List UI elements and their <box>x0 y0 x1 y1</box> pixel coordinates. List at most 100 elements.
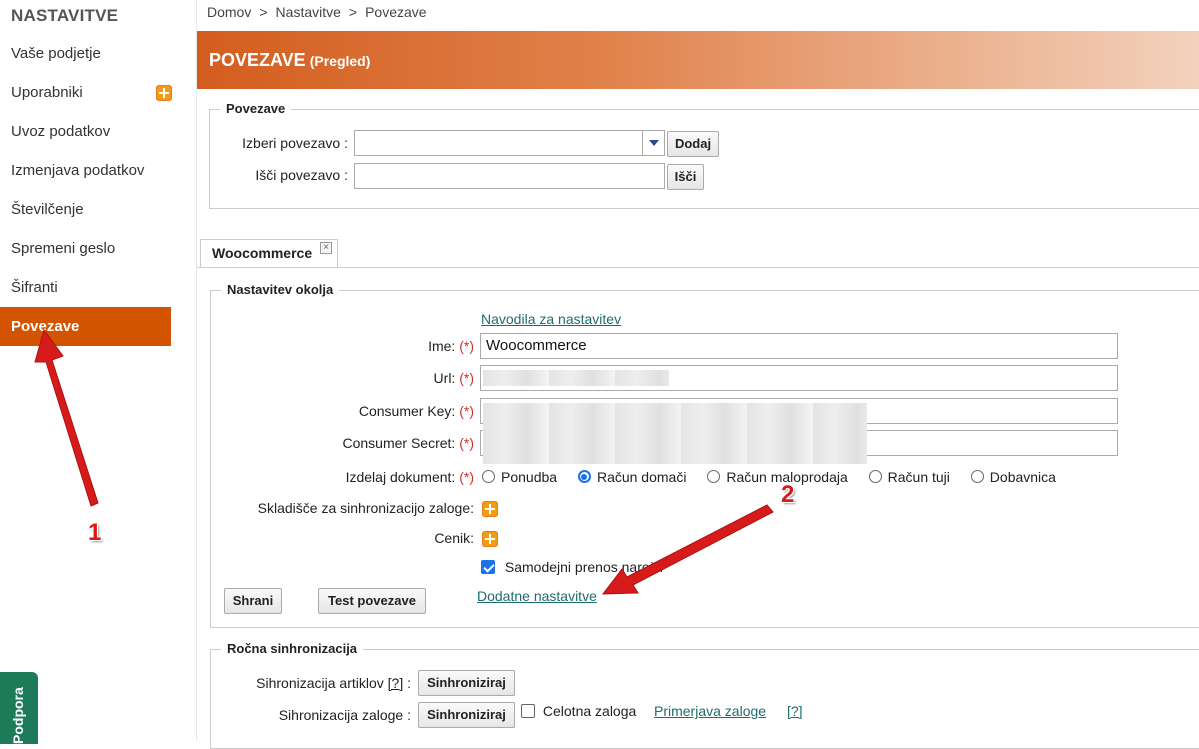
sidebar-item-uvoz-podatkov[interactable]: Uvoz podatkov <box>0 112 171 151</box>
page-title: POVEZAVE (Pregled) <box>209 50 370 71</box>
breadcrumb: Domov > Nastavitve > Povezave <box>207 4 427 20</box>
auto-transfer-row: Samodejni prenos naročil <box>481 559 663 575</box>
radio-button[interactable] <box>868 470 882 483</box>
radio-dobavnica[interactable]: Dobavnica <box>970 469 1056 485</box>
required-mark: (*) <box>459 370 474 386</box>
tab-divider <box>197 267 1199 268</box>
breadcrumb-povezave: Povezave <box>365 4 427 20</box>
document-label-text: Izdelaj dokument: <box>345 469 456 485</box>
page-title-text: POVEZAVE <box>209 50 306 70</box>
stock-sync-label: Sihronizacija zaloge : <box>278 707 411 723</box>
radio-button[interactable] <box>482 470 495 483</box>
radio-label: Dobavnica <box>989 469 1056 485</box>
sync-stock-button[interactable]: Sinhroniziraj <box>418 702 515 728</box>
add-user-icon[interactable] <box>156 85 172 101</box>
tab-woocommerce[interactable]: Woocommerce <box>200 239 338 268</box>
chevron-down-icon[interactable] <box>642 131 664 155</box>
auto-transfer-label: Samodejni prenos naročil <box>504 559 663 575</box>
url-label-text: Url: <box>433 370 456 386</box>
breadcrumb-nastavitve[interactable]: Nastavitve <box>276 4 341 20</box>
support-tab[interactable]: Podpora <box>0 672 38 744</box>
breadcrumb-separator: > <box>259 4 268 20</box>
required-mark: (*) <box>459 469 474 485</box>
radio-button[interactable] <box>707 470 721 483</box>
consumer-key-field[interactable] <box>480 398 1118 431</box>
page-subtitle: (Pregled) <box>309 53 371 69</box>
consumer-secret-label: Consumer Secret: (*) <box>210 435 475 451</box>
radio-label: Račun domači <box>596 469 687 485</box>
articles-help-link[interactable]: [?] <box>388 675 404 691</box>
url-label: Url: (*) <box>210 370 474 386</box>
redacted-value <box>483 403 867 431</box>
add-pricelist-icon[interactable] <box>482 531 498 547</box>
test-connection-button[interactable]: Test povezave <box>318 588 426 614</box>
annotation-label-1: 1 <box>88 519 102 546</box>
add-warehouse-icon[interactable] <box>482 501 498 517</box>
radio-label: Račun tuji <box>887 469 950 485</box>
warehouse-label: Skladišče za sinhronizacijo zaloge: <box>257 500 474 516</box>
radio-label: Ponudba <box>501 469 558 485</box>
radio-racun-domaci[interactable]: Račun domači <box>577 469 687 485</box>
articles-sync-colon: : <box>407 675 411 691</box>
add-connection-button[interactable]: Dodaj <box>667 131 719 157</box>
full-stock-label: Celotna zaloga <box>542 703 637 719</box>
breadcrumb-separator: > <box>348 4 358 20</box>
sync-articles-button[interactable]: Sinhroniziraj <box>418 670 515 696</box>
sidebar-item-izmenjava-podatkov[interactable]: Izmenjava podatkov <box>0 151 171 190</box>
breadcrumb-domov[interactable]: Domov <box>207 4 251 20</box>
articles-sync-label: Sihronizacija artiklov [?] : <box>210 675 411 691</box>
sidebar-item-spremeni-geslo[interactable]: Spremeni geslo <box>0 229 171 268</box>
required-mark: (*) <box>459 338 474 354</box>
required-mark: (*) <box>459 403 474 419</box>
sidebar-divider <box>196 0 197 741</box>
url-field[interactable] <box>480 365 1118 391</box>
required-mark: (*) <box>459 435 474 451</box>
settings-legend: Nastavitev okolja <box>221 282 340 297</box>
povezave-legend: Povezave <box>220 101 292 116</box>
redacted-value <box>483 370 669 386</box>
instructions-link[interactable]: Navodila za nastavitev <box>481 311 621 327</box>
select-connection-label: Izberi povezavo : <box>242 135 348 151</box>
radio-ponudba[interactable]: Ponudba <box>482 469 557 485</box>
manual-sync-fieldset: Ročna sinhronizacija <box>210 641 1199 749</box>
sidebar: NASTAVITVE Vaše podjetje Uporabniki Uvoz… <box>0 0 196 744</box>
radio-button[interactable] <box>970 470 984 483</box>
radio-racun-tuji[interactable]: Račun tuji <box>868 469 950 485</box>
document-radio-group: Ponudba Račun domači Račun maloprodaja R… <box>482 469 1073 485</box>
annotation-label-2: 2 <box>781 481 795 508</box>
sidebar-item-povezave[interactable]: Povezave <box>0 307 171 346</box>
sidebar-item-uporabniki[interactable]: Uporabniki <box>0 73 171 112</box>
auto-transfer-checkbox[interactable] <box>481 560 495 574</box>
tab-woocommerce-label: Woocommerce <box>212 245 313 261</box>
radio-button-selected[interactable] <box>577 470 591 483</box>
sidebar-item-stevilcenje[interactable]: Številčenje <box>0 190 171 229</box>
name-field[interactable]: Woocommerce <box>480 333 1118 359</box>
sidebar-item-vase-podjetje[interactable]: Vaše podjetje <box>0 34 171 73</box>
full-stock-row: Celotna zaloga <box>521 703 636 719</box>
consumer-secret-label-text: Consumer Secret: <box>342 435 456 451</box>
sidebar-title: NASTAVITVE <box>11 6 119 25</box>
search-connection-input[interactable] <box>354 163 665 189</box>
search-connection-label: Išči povezavo : <box>255 167 348 183</box>
name-label-text: Ime: <box>428 338 456 354</box>
consumer-secret-field[interactable] <box>480 430 1118 464</box>
povezave-fieldset: Povezave <box>209 101 1199 209</box>
compare-stock-help-link[interactable]: [?] <box>787 703 803 719</box>
redacted-value <box>483 430 867 464</box>
support-tab-label: Podpora <box>10 687 26 744</box>
connection-select[interactable] <box>354 130 665 156</box>
save-button[interactable]: Shrani <box>224 588 282 614</box>
compare-stock-link[interactable]: Primerjava zaloge <box>654 703 766 719</box>
full-stock-checkbox[interactable] <box>521 704 535 718</box>
extra-settings-link[interactable]: Dodatne nastavitve <box>477 588 597 604</box>
sidebar-item-sifranti[interactable]: Šifranti <box>0 268 171 307</box>
document-label: Izdelaj dokument: (*) <box>210 469 474 485</box>
radio-racun-maloprodaja[interactable]: Račun maloprodaja <box>707 469 848 485</box>
pricelist-label: Cenik: <box>434 530 474 546</box>
manual-sync-legend: Ročna sinhronizacija <box>221 641 364 656</box>
consumer-key-label-text: Consumer Key: <box>358 403 456 419</box>
page-header: POVEZAVE (Pregled) <box>197 31 1199 89</box>
close-icon[interactable]: × <box>320 242 332 254</box>
name-label: Ime: (*) <box>210 338 474 354</box>
search-connection-button[interactable]: Išči <box>667 164 704 190</box>
